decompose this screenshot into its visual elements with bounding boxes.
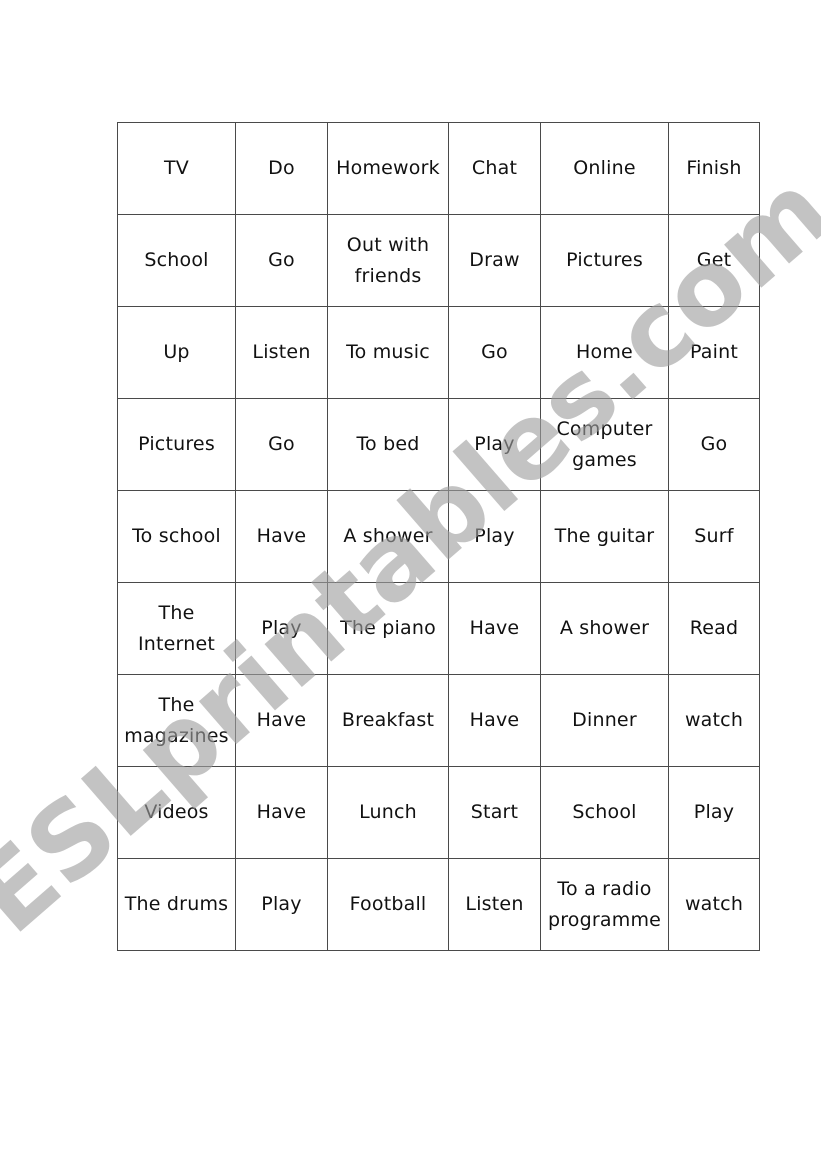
grid-row: School Go Out with friends Draw Pictures Get bbox=[117, 214, 760, 307]
word-card: Draw bbox=[448, 214, 541, 307]
worksheet-page: TV Do Homework Chat Online Finish School Go Out … bbox=[0, 0, 821, 1161]
word-card: Start bbox=[448, 766, 541, 859]
word-card: TV bbox=[117, 122, 236, 215]
word-card: Pictures bbox=[117, 398, 236, 491]
word-card-grid: TV Do Homework Chat Online Finish School Go Out … bbox=[117, 122, 760, 951]
word-card: To a radio programme bbox=[540, 858, 669, 951]
word-card: Football bbox=[327, 858, 449, 951]
grid-row: TV Do Homework Chat Online Finish bbox=[117, 122, 760, 215]
word-card: Read bbox=[668, 582, 760, 675]
word-card: Go bbox=[448, 306, 541, 399]
word-card: Have bbox=[448, 674, 541, 767]
word-card: A shower bbox=[327, 490, 449, 583]
word-card: Surf bbox=[668, 490, 760, 583]
word-card: To music bbox=[327, 306, 449, 399]
grid-row: Pictures Go To bed Play Computer games Go bbox=[117, 398, 760, 491]
grid-row: The magazines Have Breakfast Have Dinner watc… bbox=[117, 674, 760, 767]
word-card: The Internet bbox=[117, 582, 236, 675]
word-card: School bbox=[117, 214, 236, 307]
word-card: Listen bbox=[448, 858, 541, 951]
word-card: The guitar bbox=[540, 490, 669, 583]
word-card: Homework bbox=[327, 122, 449, 215]
word-card: Out with friends bbox=[327, 214, 449, 307]
word-card: Breakfast bbox=[327, 674, 449, 767]
word-card: To school bbox=[117, 490, 236, 583]
word-card: To bed bbox=[327, 398, 449, 491]
word-card: Computer games bbox=[540, 398, 669, 491]
word-card: The drums bbox=[117, 858, 236, 951]
word-card: Home bbox=[540, 306, 669, 399]
word-card: The magazines bbox=[117, 674, 236, 767]
word-card: Have bbox=[235, 766, 328, 859]
word-card: Play bbox=[668, 766, 760, 859]
word-card: Chat bbox=[448, 122, 541, 215]
word-card: Up bbox=[117, 306, 236, 399]
word-card: Have bbox=[235, 490, 328, 583]
word-card: Go bbox=[235, 398, 328, 491]
word-card: Go bbox=[668, 398, 760, 491]
word-card: Play bbox=[235, 582, 328, 675]
word-card: School bbox=[540, 766, 669, 859]
word-card: Finish bbox=[668, 122, 760, 215]
word-card: watch bbox=[668, 858, 760, 951]
word-card: Have bbox=[448, 582, 541, 675]
grid-row: Videos Have Lunch Start School Play bbox=[117, 766, 760, 859]
grid-row: To school Have A shower Play The guitar Surf bbox=[117, 490, 760, 583]
word-card: The piano bbox=[327, 582, 449, 675]
word-card: Play bbox=[448, 490, 541, 583]
word-card: Go bbox=[235, 214, 328, 307]
word-card: Pictures bbox=[540, 214, 669, 307]
word-card: Paint bbox=[668, 306, 760, 399]
grid-row: The Internet Play The piano Have A shower Rea… bbox=[117, 582, 760, 675]
word-card: Listen bbox=[235, 306, 328, 399]
grid-row: The drums Play Football Listen To a radio pr… bbox=[117, 858, 760, 951]
grid-row: Up Listen To music Go Home Paint bbox=[117, 306, 760, 399]
word-card: Online bbox=[540, 122, 669, 215]
word-card: watch bbox=[668, 674, 760, 767]
word-card: Get bbox=[668, 214, 760, 307]
word-card: Play bbox=[235, 858, 328, 951]
word-card: Videos bbox=[117, 766, 236, 859]
word-card: A shower bbox=[540, 582, 669, 675]
word-card: Lunch bbox=[327, 766, 449, 859]
word-card: Dinner bbox=[540, 674, 669, 767]
word-card: Have bbox=[235, 674, 328, 767]
word-card: Do bbox=[235, 122, 328, 215]
word-card: Play bbox=[448, 398, 541, 491]
word-card-grid-body: TV Do Homework Chat Online Finish School Go Out … bbox=[117, 122, 760, 951]
